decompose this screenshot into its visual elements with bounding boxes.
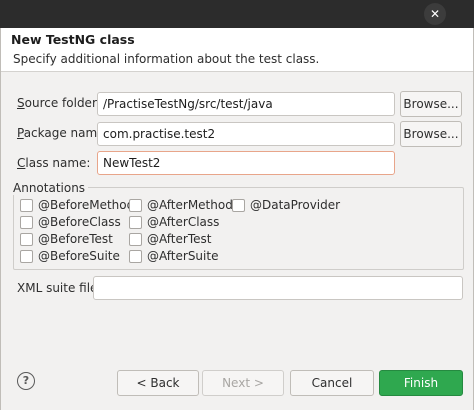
source-folder-label: Source folder: <box>17 96 101 110</box>
xml-suite-file-input[interactable] <box>93 276 463 300</box>
finish-button[interactable]: Finish <box>379 370 463 396</box>
checkbox-box[interactable] <box>20 216 33 229</box>
package-name-input[interactable]: com.practise.test2 <box>97 122 395 146</box>
dialog-title: New TestNG class <box>11 32 135 47</box>
xml-suite-file-label: XML suite file: <box>17 281 102 295</box>
package-name-browse-button[interactable]: Browse... <box>400 121 462 147</box>
source-folder-input[interactable]: /PractiseTestNg/src/test/java <box>97 92 395 116</box>
source-folder-browse-button[interactable]: Browse... <box>400 91 462 117</box>
checkbox-box[interactable] <box>129 233 142 246</box>
checkbox-box[interactable] <box>20 250 33 263</box>
annotations-legend: Annotations <box>13 181 89 195</box>
back-button[interactable]: < Back <box>117 370 199 396</box>
cancel-button[interactable]: Cancel <box>290 370 374 396</box>
close-icon[interactable]: ✕ <box>424 3 446 25</box>
dialog-header: New TestNG class Specify additional info… <box>1 28 473 72</box>
dialog-description: Specify additional information about the… <box>13 52 320 66</box>
window-titlebar: ✕ <box>0 0 474 28</box>
class-name-label: Class name: <box>17 156 91 170</box>
checkbox-box[interactable] <box>129 216 142 229</box>
help-icon[interactable]: ? <box>17 372 35 390</box>
checkbox-box[interactable] <box>20 199 33 212</box>
checkbox-box[interactable] <box>129 199 142 212</box>
new-testng-class-dialog: New TestNG class Specify additional info… <box>0 28 474 410</box>
next-button[interactable]: Next > <box>202 370 284 396</box>
class-name-input[interactable]: NewTest2 <box>97 151 395 175</box>
package-name-label: Package name: <box>17 126 109 140</box>
checkbox-box[interactable] <box>20 233 33 246</box>
checkbox-box[interactable] <box>129 250 142 263</box>
checkbox-box[interactable] <box>232 199 245 212</box>
